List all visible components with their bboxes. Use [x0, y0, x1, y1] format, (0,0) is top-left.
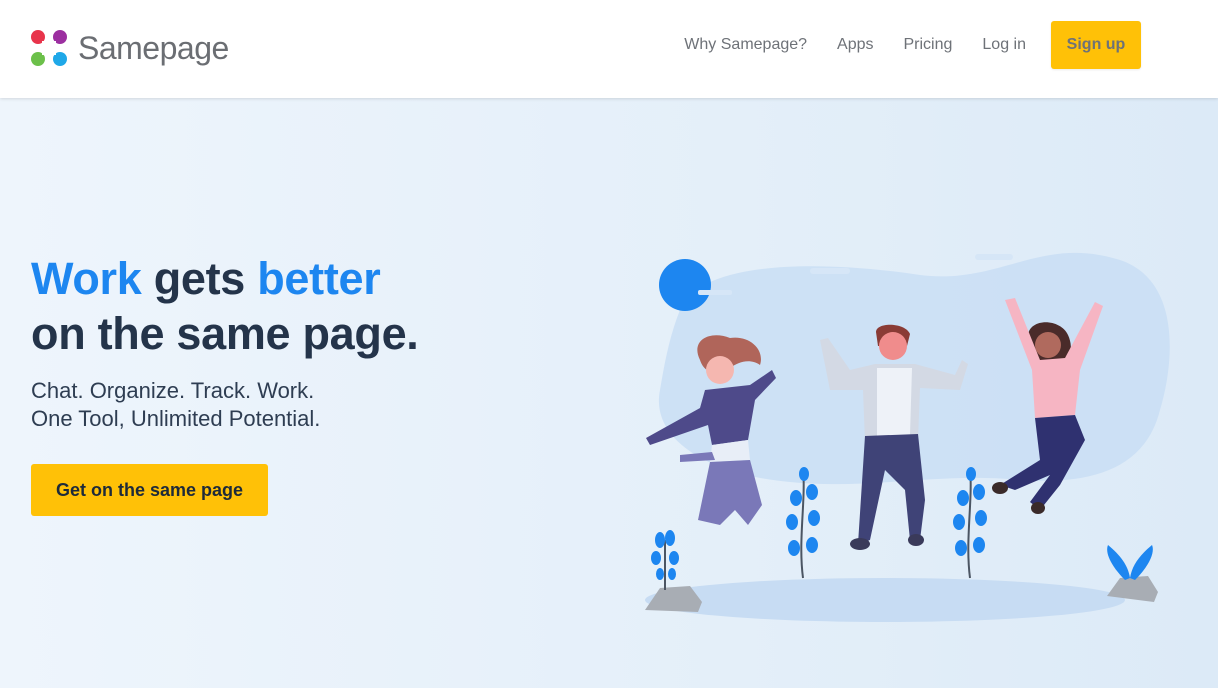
sign-up-button[interactable]: Sign up	[1051, 21, 1141, 69]
nav-why-samepage[interactable]: Why Samepage?	[684, 36, 807, 54]
plant-middle-right	[953, 467, 987, 579]
cloud-streak	[698, 290, 732, 295]
main-nav: Why Samepage? Apps Pricing Log in Sign u…	[684, 21, 1171, 69]
cloud-streak	[810, 268, 850, 274]
headline-word-gets: gets	[153, 253, 246, 304]
samepage-logo-icon	[31, 30, 67, 66]
nav-log-in[interactable]: Log in	[982, 36, 1026, 54]
top-header: Samepage Why Samepage? Apps Pricing Log …	[0, 0, 1218, 98]
ground-shadow	[645, 578, 1125, 622]
cloud-streak	[975, 254, 1013, 260]
sun-shape	[659, 259, 711, 311]
hero-illustration	[645, 252, 1170, 622]
get-started-button[interactable]: Get on the same page	[31, 464, 268, 516]
hero-headline: Work gets better on the same page.	[31, 251, 419, 361]
headline-word-better: better	[257, 253, 381, 304]
plant-left	[651, 530, 679, 590]
headline-word-work: Work	[31, 253, 142, 304]
subtitle-line-one: Chat. Organize. Track. Work.	[31, 378, 315, 403]
headline-line-two: on the same page.	[31, 308, 419, 359]
subtitle-line-two: One Tool, Unlimited Potential.	[31, 406, 321, 431]
nav-apps[interactable]: Apps	[837, 36, 873, 54]
plant-right	[1107, 545, 1153, 580]
brand-name: Samepage	[78, 30, 229, 66]
samepage-logo[interactable]: Samepage	[30, 28, 229, 68]
hero-subtitle: Chat. Organize. Track. Work. One Tool, U…	[31, 377, 320, 433]
nav-pricing[interactable]: Pricing	[904, 36, 953, 54]
